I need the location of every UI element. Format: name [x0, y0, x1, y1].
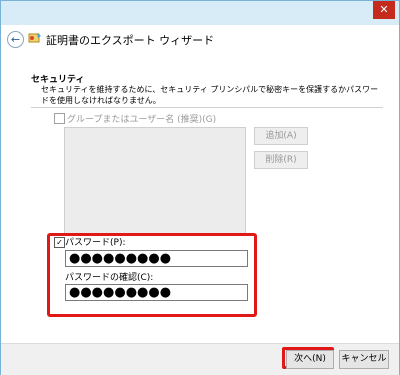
close-button[interactable]: ✕ — [373, 1, 395, 19]
wizard-footer: 次へ(N) キャンセル — [1, 343, 399, 375]
wizard-header: ← 証明書のエクスポート ウィザード — [1, 25, 399, 57]
certificate-wizard-icon — [28, 33, 41, 43]
add-button[interactable]: 追加(A) — [254, 127, 308, 145]
title-bar: ✕ — [1, 1, 399, 25]
password-label: パスワード(P): — [65, 238, 126, 248]
group-checkbox[interactable] — [54, 113, 65, 124]
security-description: セキュリティを維持するために、セキュリティ プリンシパルで秘密キーを保護するかパ… — [41, 85, 379, 105]
password-field[interactable]: ●●●●●●●●● — [65, 250, 248, 267]
group-user-list[interactable] — [64, 127, 246, 236]
wizard-content: セキュリティ セキュリティを維持するために、セキュリティ プリンシパルで秘密キー… — [1, 57, 399, 343]
back-button[interactable]: ← — [7, 31, 24, 48]
wizard-title: 証明書のエクスポート ウィザード — [46, 34, 215, 47]
back-arrow-icon: ← — [10, 33, 21, 46]
password-confirm-field[interactable]: ●●●●●●●●● — [65, 284, 248, 301]
section-divider — [31, 107, 383, 108]
password-checkbox[interactable]: ✓ — [54, 237, 65, 248]
password-confirm-label: パスワードの確認(C): — [65, 273, 154, 283]
remove-button[interactable]: 削除(R) — [254, 151, 308, 169]
cancel-button[interactable]: キャンセル — [339, 350, 389, 369]
checkmark-icon: ✓ — [56, 238, 63, 247]
export-wizard-window: ✕ ← 証明書のエクスポート ウィザード セキュリティ セキュリティを維持するた… — [0, 0, 400, 375]
group-checkbox-label: グループまたはユーザー名 (推奨)(G) — [67, 115, 217, 125]
close-icon: ✕ — [379, 3, 389, 16]
next-button[interactable]: 次へ(N) — [286, 350, 334, 369]
